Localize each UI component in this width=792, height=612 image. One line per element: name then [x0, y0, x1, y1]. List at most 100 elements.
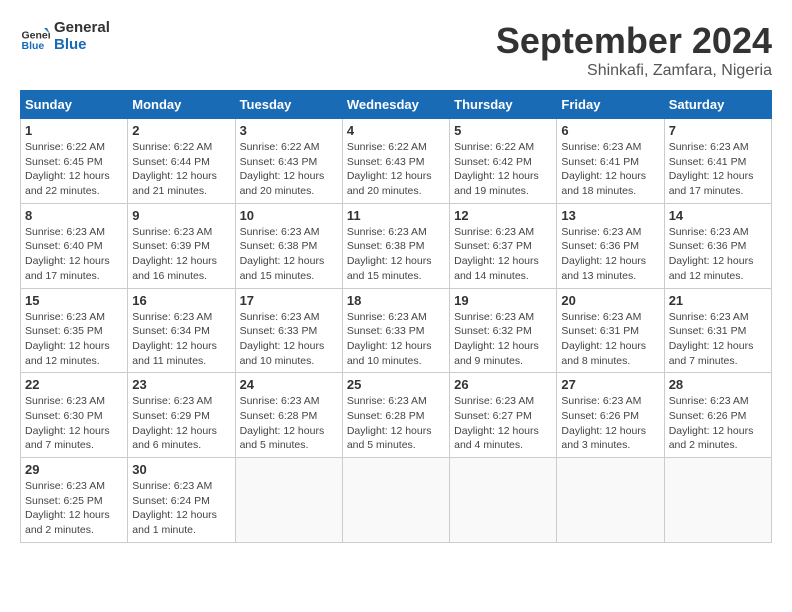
day-number: 29 [25, 462, 123, 477]
calendar-cell: 17Sunrise: 6:23 AM Sunset: 6:33 PM Dayli… [235, 288, 342, 373]
day-info: Sunrise: 6:23 AM Sunset: 6:26 PM Dayligh… [561, 394, 659, 453]
title-area: September 2024 Shinkafi, Zamfara, Nigeri… [496, 20, 772, 80]
calendar-cell: 14Sunrise: 6:23 AM Sunset: 6:36 PM Dayli… [664, 203, 771, 288]
day-number: 17 [240, 293, 338, 308]
day-info: Sunrise: 6:22 AM Sunset: 6:42 PM Dayligh… [454, 140, 552, 199]
day-info: Sunrise: 6:22 AM Sunset: 6:43 PM Dayligh… [240, 140, 338, 199]
day-info: Sunrise: 6:23 AM Sunset: 6:36 PM Dayligh… [561, 225, 659, 284]
day-number: 18 [347, 293, 445, 308]
day-info: Sunrise: 6:23 AM Sunset: 6:25 PM Dayligh… [25, 479, 123, 538]
calendar-cell: 24 Sunrise: 6:23 AM Sunset: 6:28 PM Dayli… [235, 373, 342, 458]
weekday-header: Tuesday [235, 91, 342, 119]
day-info: Sunrise: 6:23 AM Sunset: 6:40 PM Dayligh… [25, 225, 123, 284]
logo-line2: Blue [54, 37, 110, 54]
day-info: Sunrise: 6:23 AM Sunset: 6:39 PM Dayligh… [132, 225, 230, 284]
weekday-header-row: SundayMondayTuesdayWednesdayThursdayFrid… [21, 91, 772, 119]
day-number: 8 [25, 208, 123, 223]
day-number: 7 [669, 123, 767, 138]
calendar-cell: 20 Sunrise: 6:23 AM Sunset: 6:31 PM Dayli… [557, 288, 664, 373]
day-info: Sunrise: 6:23 AM Sunset: 6:28 PM Dayligh… [240, 394, 338, 453]
day-info: Sunrise: 6:23 AM Sunset: 6:28 PM Dayligh… [347, 394, 445, 453]
calendar-cell: 13 Sunrise: 6:23 AM Sunset: 6:36 PM Dayli… [557, 203, 664, 288]
day-number: 27 [561, 377, 659, 392]
day-number: 13 [561, 208, 659, 223]
calendar-cell: 6 Sunrise: 6:23 AM Sunset: 6:41 PM Daylig… [557, 119, 664, 204]
calendar-cell: 5 Sunrise: 6:22 AM Sunset: 6:42 PM Daylig… [450, 119, 557, 204]
day-number: 11 [347, 208, 445, 223]
calendar-cell: 15 Sunrise: 6:23 AM Sunset: 6:35 PM Dayli… [21, 288, 128, 373]
day-info: Sunrise: 6:23 AM Sunset: 6:31 PM Dayligh… [561, 310, 659, 369]
calendar-cell: 22 Sunrise: 6:23 AM Sunset: 6:30 PM Dayli… [21, 373, 128, 458]
day-info: Sunrise: 6:23 AM Sunset: 6:37 PM Dayligh… [454, 225, 552, 284]
page-header: General Blue General Blue September 2024… [20, 20, 772, 80]
calendar-cell: 19Sunrise: 6:23 AM Sunset: 6:32 PM Dayli… [450, 288, 557, 373]
weekday-header: Saturday [664, 91, 771, 119]
day-info: Sunrise: 6:23 AM Sunset: 6:30 PM Dayligh… [25, 394, 123, 453]
day-info: Sunrise: 6:23 AM Sunset: 6:29 PM Dayligh… [132, 394, 230, 453]
day-info: Sunrise: 6:23 AM Sunset: 6:35 PM Dayligh… [25, 310, 123, 369]
calendar-cell: 18 Sunrise: 6:23 AM Sunset: 6:33 PM Dayli… [342, 288, 449, 373]
weekday-header: Thursday [450, 91, 557, 119]
day-info: Sunrise: 6:23 AM Sunset: 6:27 PM Dayligh… [454, 394, 552, 453]
day-number: 1 [25, 123, 123, 138]
day-number: 12 [454, 208, 552, 223]
day-info: Sunrise: 6:23 AM Sunset: 6:24 PM Dayligh… [132, 479, 230, 538]
calendar-cell: 3 Sunrise: 6:22 AM Sunset: 6:43 PM Daylig… [235, 119, 342, 204]
calendar-cell: 1 Sunrise: 6:22 AM Sunset: 6:45 PM Daylig… [21, 119, 128, 204]
calendar-cell: 29 Sunrise: 6:23 AM Sunset: 6:25 PM Dayli… [21, 458, 128, 543]
calendar-cell: 11 Sunrise: 6:23 AM Sunset: 6:38 PM Dayli… [342, 203, 449, 288]
day-number: 28 [669, 377, 767, 392]
calendar-cell: 28 Sunrise: 6:23 AM Sunset: 6:26 PM Dayli… [664, 373, 771, 458]
calendar-cell [450, 458, 557, 543]
day-number: 4 [347, 123, 445, 138]
calendar-cell: 25Sunrise: 6:23 AM Sunset: 6:28 PM Dayli… [342, 373, 449, 458]
logo-icon: General Blue [20, 22, 50, 52]
day-number: 26 [454, 377, 552, 392]
day-number: 23 [132, 377, 230, 392]
calendar-cell: 8 Sunrise: 6:23 AM Sunset: 6:40 PM Daylig… [21, 203, 128, 288]
day-number: 30 [132, 462, 230, 477]
day-info: Sunrise: 6:23 AM Sunset: 6:26 PM Dayligh… [669, 394, 767, 453]
day-number: 5 [454, 123, 552, 138]
calendar-cell: 26 Sunrise: 6:23 AM Sunset: 6:27 PM Dayli… [450, 373, 557, 458]
day-info: Sunrise: 6:22 AM Sunset: 6:45 PM Dayligh… [25, 140, 123, 199]
day-number: 10 [240, 208, 338, 223]
calendar-cell: 23 Sunrise: 6:23 AM Sunset: 6:29 PM Dayli… [128, 373, 235, 458]
day-info: Sunrise: 6:23 AM Sunset: 6:31 PM Dayligh… [669, 310, 767, 369]
weekday-header: Monday [128, 91, 235, 119]
calendar-cell [342, 458, 449, 543]
weekday-header: Friday [557, 91, 664, 119]
calendar-cell [557, 458, 664, 543]
month-title: September 2024 [496, 20, 772, 62]
day-number: 16 [132, 293, 230, 308]
calendar-cell: 27 Sunrise: 6:23 AM Sunset: 6:26 PM Dayli… [557, 373, 664, 458]
logo-line1: General [54, 20, 110, 37]
day-info: Sunrise: 6:23 AM Sunset: 6:41 PM Dayligh… [561, 140, 659, 199]
day-number: 22 [25, 377, 123, 392]
day-info: Sunrise: 6:22 AM Sunset: 6:44 PM Dayligh… [132, 140, 230, 199]
day-info: Sunrise: 6:23 AM Sunset: 6:38 PM Dayligh… [240, 225, 338, 284]
calendar-cell: 9Sunrise: 6:23 AM Sunset: 6:39 PM Daylig… [128, 203, 235, 288]
day-number: 19 [454, 293, 552, 308]
day-info: Sunrise: 6:23 AM Sunset: 6:38 PM Dayligh… [347, 225, 445, 284]
day-number: 6 [561, 123, 659, 138]
day-number: 15 [25, 293, 123, 308]
calendar-cell: 21 Sunrise: 6:23 AM Sunset: 6:31 PM Dayli… [664, 288, 771, 373]
day-number: 21 [669, 293, 767, 308]
day-info: Sunrise: 6:23 AM Sunset: 6:36 PM Dayligh… [669, 225, 767, 284]
logo: General Blue General Blue [20, 20, 110, 53]
calendar-cell [235, 458, 342, 543]
calendar-cell: 4Sunrise: 6:22 AM Sunset: 6:43 PM Daylig… [342, 119, 449, 204]
calendar-cell: 10 Sunrise: 6:23 AM Sunset: 6:38 PM Dayli… [235, 203, 342, 288]
day-info: Sunrise: 6:23 AM Sunset: 6:33 PM Dayligh… [347, 310, 445, 369]
day-info: Sunrise: 6:23 AM Sunset: 6:41 PM Dayligh… [669, 140, 767, 199]
calendar-cell: 16 Sunrise: 6:23 AM Sunset: 6:34 PM Dayli… [128, 288, 235, 373]
day-number: 24 [240, 377, 338, 392]
day-number: 3 [240, 123, 338, 138]
weekday-header: Wednesday [342, 91, 449, 119]
day-number: 2 [132, 123, 230, 138]
day-number: 20 [561, 293, 659, 308]
day-info: Sunrise: 6:23 AM Sunset: 6:34 PM Dayligh… [132, 310, 230, 369]
calendar-cell: 12 Sunrise: 6:23 AM Sunset: 6:37 PM Dayli… [450, 203, 557, 288]
svg-text:Blue: Blue [22, 40, 45, 52]
